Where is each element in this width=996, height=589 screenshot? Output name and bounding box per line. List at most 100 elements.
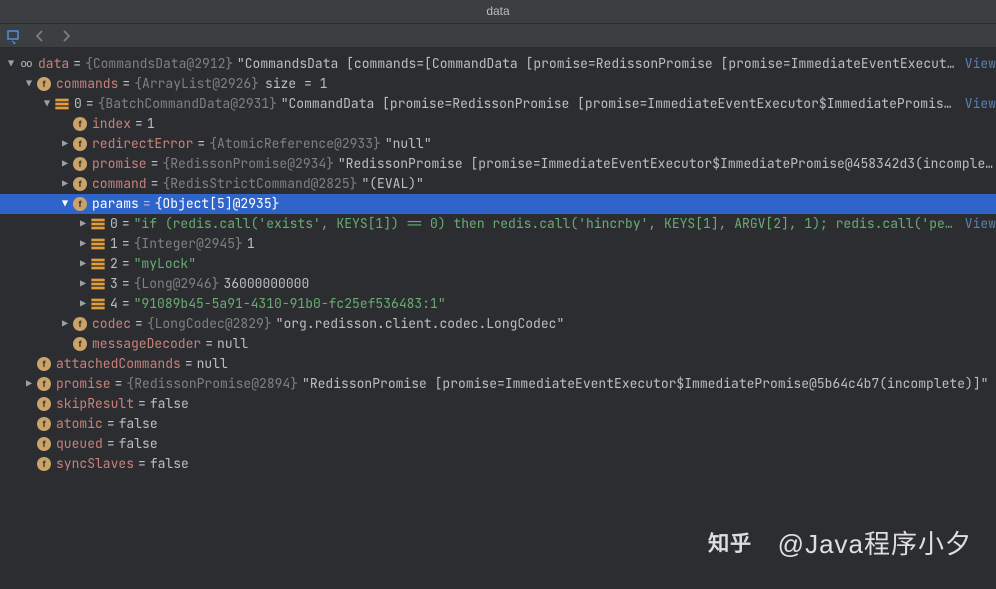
object-type: {BatchCommandData@2931}: [98, 94, 277, 114]
tree-row-promise-inner[interactable]: ▶ f promise = {RedissonPromise@2934} "Re…: [0, 154, 996, 174]
object-summary: "CommandsData [commands=[CommandData [pr…: [237, 54, 959, 74]
watermark: 知乎 @Java程序小夕: [708, 524, 972, 561]
tree-row-promise-outer[interactable]: ▶ f promise = {RedissonPromise@2894} "Re…: [0, 374, 996, 394]
field-icon: f: [36, 436, 52, 452]
tree-row-atomic[interactable]: f atomic = false: [0, 414, 996, 434]
infinity-icon: oo: [18, 56, 34, 72]
tree-row-params-0[interactable]: ▶ 0 = "if (redis.call('exists', KEYS[1])…: [0, 214, 996, 234]
array-element-icon: [54, 96, 70, 112]
var-name: command: [92, 174, 147, 194]
tree-row-params-1[interactable]: ▶ 1 = {Integer@2945} 1: [0, 234, 996, 254]
view-link[interactable]: View: [965, 94, 996, 114]
array-index: 1: [110, 234, 118, 254]
var-name: skipResult: [56, 394, 134, 414]
expand-arrow-icon[interactable]: ▼: [4, 54, 18, 74]
debugger-variables-tree[interactable]: ▼ oo data = {CommandsData@2912} "Command…: [0, 48, 996, 480]
tree-row-syncSlaves[interactable]: f syncSlaves = false: [0, 454, 996, 474]
tree-row-skipResult[interactable]: f skipResult = false: [0, 394, 996, 414]
var-name: data: [38, 54, 69, 74]
window-title: data: [486, 4, 509, 18]
tree-row-attachedCommands[interactable]: f attachedCommands = null: [0, 354, 996, 374]
tree-row-redirectError[interactable]: ▶ f redirectError = {AtomicReference@293…: [0, 134, 996, 154]
expand-arrow-icon[interactable]: ▶: [58, 314, 72, 334]
var-value: false: [150, 394, 189, 414]
object-type: {Long@2946}: [134, 274, 220, 294]
array-index: 0: [110, 214, 118, 234]
var-value: "null": [385, 134, 432, 154]
var-value: "org.redisson.client.codec.LongCodec": [276, 314, 565, 334]
expand-arrow-icon[interactable]: ▶: [58, 154, 72, 174]
tree-row-params-3[interactable]: ▶ 3 = {Long@2946} 36000000000: [0, 274, 996, 294]
var-value: "if (redis.call('exists', KEYS[1]) == 0)…: [134, 214, 959, 234]
expand-arrow-icon[interactable]: ▼: [22, 74, 36, 94]
field-icon: f: [36, 416, 52, 432]
var-name: promise: [92, 154, 147, 174]
field-icon: f: [72, 196, 88, 212]
var-value: "91089b45-5a91-4310-91b0-fc25ef536483:1": [134, 294, 446, 314]
arrow-left-icon[interactable]: [32, 28, 48, 44]
view-link[interactable]: View: [965, 214, 996, 234]
var-value: 1: [147, 114, 155, 134]
tree-row-commands[interactable]: ▼ f commands = {ArrayList@2926} size = 1: [0, 74, 996, 94]
equals-sign: =: [73, 54, 81, 74]
expand-arrow-icon[interactable]: ▶: [76, 254, 90, 274]
expand-arrow-icon[interactable]: ▼: [58, 194, 72, 214]
array-element-icon: [90, 296, 106, 312]
expand-arrow-icon[interactable]: ▶: [76, 234, 90, 254]
var-value: false: [150, 454, 189, 474]
debug-restart-icon[interactable]: [6, 28, 22, 44]
field-icon: f: [72, 176, 88, 192]
tree-row-codec[interactable]: ▶ f codec = {LongCodec@2829} "org.rediss…: [0, 314, 996, 334]
var-name: redirectError: [92, 134, 193, 154]
array-index: 3: [110, 274, 118, 294]
tree-row-messageDecoder[interactable]: f messageDecoder = null: [0, 334, 996, 354]
var-name: params: [92, 194, 139, 214]
field-icon: f: [36, 76, 52, 92]
array-element-icon: [90, 276, 106, 292]
tree-row-params-4[interactable]: ▶ 4 = "91089b45-5a91-4310-91b0-fc25ef536…: [0, 294, 996, 314]
var-value: null: [197, 354, 228, 374]
view-link[interactable]: View: [965, 54, 996, 74]
tree-row-item-0[interactable]: ▼ 0 = {BatchCommandData@2931} "CommandDa…: [0, 94, 996, 114]
var-value: 36000000000: [223, 274, 309, 294]
expand-arrow-icon[interactable]: ▶: [76, 214, 90, 234]
tree-row-params[interactable]: ▼ f params = {Object[5]@2935}: [0, 194, 996, 214]
var-value: 1: [247, 234, 255, 254]
expand-arrow-icon[interactable]: ▶: [58, 174, 72, 194]
object-type: {Integer@2945}: [134, 234, 243, 254]
tree-row-index[interactable]: f index = 1: [0, 114, 996, 134]
field-icon: f: [72, 136, 88, 152]
field-icon: f: [72, 336, 88, 352]
tree-row-command[interactable]: ▶ f command = {RedisStrictCommand@2825} …: [0, 174, 996, 194]
var-name: messageDecoder: [92, 334, 201, 354]
tree-row-data[interactable]: ▼ oo data = {CommandsData@2912} "Command…: [0, 54, 996, 74]
var-name: codec: [92, 314, 131, 334]
expand-arrow-icon[interactable]: ▶: [76, 294, 90, 314]
tree-row-queued[interactable]: f queued = false: [0, 434, 996, 454]
arrow-right-icon[interactable]: [58, 28, 74, 44]
var-value: null: [217, 334, 248, 354]
size-label: size = 1: [265, 74, 327, 94]
var-value: "(EVAL)": [361, 174, 423, 194]
object-type: {RedisStrictCommand@2825}: [162, 174, 357, 194]
object-type: {RedissonPromise@2934}: [162, 154, 334, 174]
zhihu-logo-icon: 知乎: [708, 529, 764, 557]
expand-arrow-icon[interactable]: ▶: [58, 134, 72, 154]
var-name: queued: [56, 434, 103, 454]
var-value: "myLock": [134, 254, 196, 274]
expand-arrow-icon[interactable]: ▶: [76, 274, 90, 294]
expand-arrow-icon[interactable]: ▶: [22, 374, 36, 394]
var-name: syncSlaves: [56, 454, 134, 474]
array-element-icon: [90, 256, 106, 272]
var-value: "RedissonPromise [promise=ImmediateEvent…: [302, 374, 996, 394]
var-name: index: [92, 114, 131, 134]
object-type: {LongCodec@2829}: [147, 314, 272, 334]
var-value: false: [119, 414, 158, 434]
tree-row-params-2[interactable]: ▶ 2 = "myLock": [0, 254, 996, 274]
field-icon: f: [36, 376, 52, 392]
expand-arrow-icon[interactable]: ▼: [40, 94, 54, 114]
var-name: promise: [56, 374, 111, 394]
field-icon: f: [36, 456, 52, 472]
array-element-icon: [90, 236, 106, 252]
array-index: 2: [110, 254, 118, 274]
